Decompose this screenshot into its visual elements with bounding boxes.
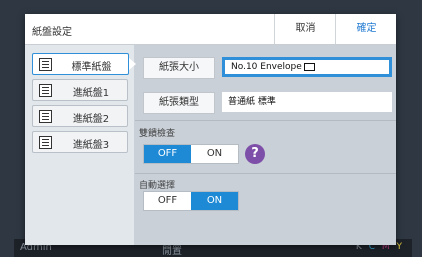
ok-button[interactable]: 確定	[335, 14, 397, 44]
section-divider	[135, 120, 396, 121]
sidebar-item-feed-tray-3[interactable]: 進紙盤3	[32, 131, 128, 153]
sidebar-item-label: 進紙盤2	[72, 114, 110, 125]
paper-type-field[interactable]: 普通紙 標準	[222, 92, 392, 112]
toner-y: Y	[396, 242, 403, 252]
sidebar-item-label: 標準紙盤	[71, 62, 112, 73]
help-icon[interactable]: ?	[245, 144, 265, 164]
cancel-button[interactable]: 取消	[274, 14, 336, 44]
auto-select-on-option[interactable]: ON	[191, 192, 238, 210]
dialog-header: 紙盤設定 取消 確定	[25, 14, 396, 45]
sidebar-item-feed-tray-1[interactable]: 進紙盤1	[32, 79, 128, 101]
paper-size-button[interactable]: 紙張大小	[143, 57, 215, 79]
tray-icon	[39, 110, 52, 123]
sidebar-item-feed-tray-2[interactable]: 進紙盤2	[32, 105, 128, 127]
dialog-title: 紙盤設定	[32, 27, 72, 38]
sidebar-item-label: 進紙盤3	[72, 140, 110, 151]
paper-size-field[interactable]: No.10 Envelope	[222, 57, 392, 77]
tray-icon	[39, 136, 52, 149]
auto-select-toggle: OFF ON	[143, 191, 239, 211]
section-divider	[135, 173, 396, 174]
sidebar-item-label: 進紙盤1	[72, 88, 110, 99]
paper-type-button[interactable]: 紙張類型	[143, 92, 215, 114]
auto-select-label: 自動選擇	[139, 181, 176, 191]
tray-icon	[39, 58, 52, 71]
double-feed-check-label: 雙饋檢查	[139, 129, 176, 139]
envelope-icon	[303, 62, 315, 71]
tray-settings-dialog: 紙盤設定 取消 確定 標準紙盤 進紙盤1 進紙盤2 進紙盤3 紙張大小 No.1…	[25, 14, 396, 245]
double-feed-check-toggle: OFF ON	[143, 144, 239, 164]
tray-sidebar: 標準紙盤 進紙盤1 進紙盤2 進紙盤3	[25, 45, 136, 245]
tray-icon	[39, 84, 52, 97]
double-feed-off-option[interactable]: OFF	[144, 145, 191, 163]
sidebar-item-standard-tray[interactable]: 標準紙盤	[32, 53, 136, 75]
paper-size-value: No.10 Envelope	[231, 62, 302, 72]
double-feed-on-option[interactable]: ON	[191, 145, 238, 163]
auto-select-off-option[interactable]: OFF	[144, 192, 191, 210]
